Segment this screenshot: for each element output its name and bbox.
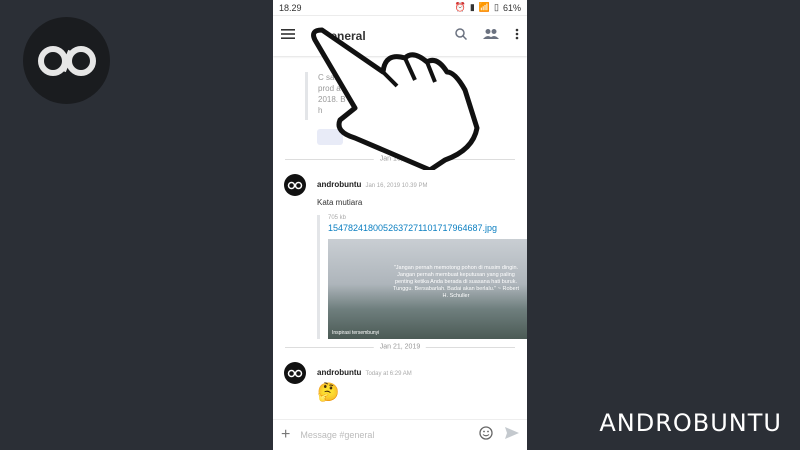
battery-level: 61%	[502, 2, 521, 13]
thinking-face-emoji: 🤔	[317, 382, 340, 402]
image-quote-text: "Jangan pernah memotong pohon di musim d…	[392, 265, 520, 299]
message-input[interactable]: Message #general	[300, 430, 479, 440]
file-link[interactable]: 1547824180052637271101717964687.jpg	[328, 223, 517, 233]
emoji-icon[interactable]	[479, 425, 493, 445]
infinity-logo-icon	[37, 45, 96, 76]
send-icon[interactable]	[505, 426, 519, 444]
attachment-image[interactable]: "Jangan pernah memotong pohon di musim d…	[328, 239, 527, 339]
add-attachment-icon[interactable]: +	[281, 426, 290, 444]
file-size: 705 kb	[328, 215, 347, 221]
status-bar: 18.29 ⏰ ▮ 📶 ▯ 61%	[273, 0, 527, 16]
battery-icon: ▯	[494, 2, 499, 12]
infinity-logo-icon	[287, 369, 303, 377]
message-author[interactable]: androbuntu	[317, 180, 361, 189]
avatar[interactable]	[284, 362, 306, 384]
androbuntu-logo	[23, 17, 110, 104]
alarm-icon: ⏰	[454, 2, 466, 12]
message-timestamp: Today at 6:29 AM	[365, 371, 412, 377]
infinity-logo-icon	[287, 181, 303, 189]
image-credit: Inspirasi tersembunyi	[332, 330, 380, 336]
message-item: androbuntu Today at 6:29 AM 🤔	[284, 362, 517, 403]
message-author[interactable]: androbuntu	[317, 368, 361, 377]
message-text: Kata mutiara	[317, 198, 363, 207]
pointing-hand-icon	[311, 27, 480, 170]
more-options-icon[interactable]	[515, 27, 519, 45]
message-timestamp: Jan 16, 2019 10.39 PM	[365, 183, 428, 189]
file-attachment: 705 kb 1547824180052637271101717964687.j…	[317, 215, 527, 339]
message-item: androbuntu Jan 16, 2019 10.39 PM Kata mut…	[284, 174, 527, 339]
message-composer: + Message #general	[273, 419, 527, 450]
menu-icon[interactable]	[281, 27, 295, 45]
brand-watermark: ANDROBUNTU	[599, 409, 782, 437]
avatar[interactable]	[284, 174, 306, 196]
status-time: 18.29	[279, 2, 302, 13]
members-icon[interactable]	[483, 27, 499, 45]
date-divider: Jan 21, 2019	[285, 343, 515, 351]
signal-icon: ▮	[469, 2, 475, 12]
wifi-icon: 📶	[478, 2, 491, 12]
